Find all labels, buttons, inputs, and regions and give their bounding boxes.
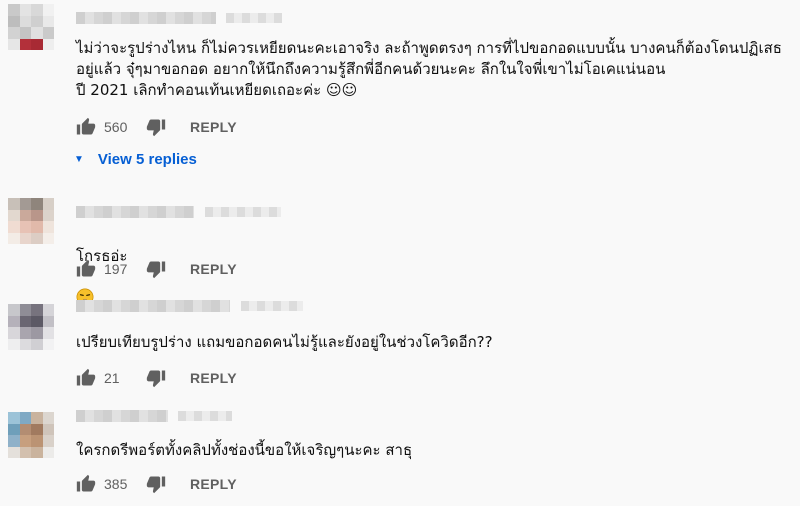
avatar[interactable] (8, 4, 54, 50)
like-count: 385 (104, 476, 128, 492)
comment-timestamp[interactable] (205, 207, 281, 217)
view-replies-button[interactable]: ▼ View 5 replies (74, 148, 197, 170)
avatar[interactable] (8, 198, 54, 244)
avatar[interactable] (8, 304, 54, 350)
thumbs-down-icon[interactable] (146, 259, 166, 279)
thumbs-up-icon[interactable] (76, 259, 96, 279)
reply-button[interactable]: REPLY (190, 119, 237, 135)
author-name[interactable] (76, 12, 216, 24)
caret-down-icon: ▼ (74, 153, 84, 165)
author-name[interactable] (76, 206, 194, 218)
thumbs-up-icon[interactable] (76, 474, 96, 494)
thumbs-down-icon[interactable] (146, 117, 166, 137)
like-count: 560 (104, 119, 128, 135)
comment-actions: 21 REPLY (76, 366, 237, 390)
comment-timestamp[interactable] (241, 301, 303, 311)
like-count: 197 (104, 261, 128, 277)
comment-timestamp[interactable] (178, 411, 232, 421)
comment-actions: 560 REPLY (76, 115, 237, 139)
thumbs-down-icon[interactable] (146, 474, 166, 494)
thumbs-up-icon[interactable] (76, 368, 96, 388)
avatar[interactable] (8, 412, 54, 458)
comment-text: ไม่ว่าจะรูปร่างไหน ก็ไม่ควรเหยียดนะคะเอา… (76, 39, 782, 99)
reply-button[interactable]: REPLY (190, 261, 237, 277)
comment-actions: 385 REPLY (76, 472, 237, 496)
comment-text: เปรียบเทียบรูปร่าง แถมขอกอดคนไม่รู้และยั… (76, 333, 493, 351)
author-name[interactable] (76, 300, 230, 312)
comment-text: ใครกดรีพอร์ตทั้งคลิปทั้งช่องนี้ขอให้เจริ… (76, 441, 413, 459)
author-name[interactable] (76, 410, 168, 422)
reply-button[interactable]: REPLY (190, 476, 237, 492)
thumbs-up-icon[interactable] (76, 117, 96, 137)
comment-timestamp[interactable] (226, 13, 282, 23)
like-count: 21 (104, 370, 120, 386)
comment-actions: 197 REPLY (76, 257, 237, 281)
reply-button[interactable]: REPLY (190, 370, 237, 386)
thumbs-down-icon[interactable] (146, 368, 166, 388)
view-replies-label: View 5 replies (97, 150, 197, 168)
